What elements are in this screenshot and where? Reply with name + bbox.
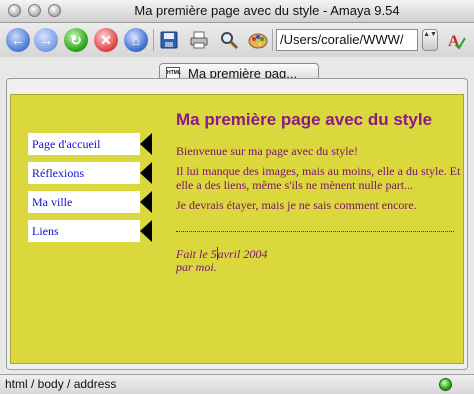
address-date-end: avril 2004 bbox=[217, 247, 268, 261]
back-icon: ← bbox=[11, 32, 25, 48]
reload-icon: ↻ bbox=[70, 31, 82, 48]
page-heading[interactable]: Ma première page avec du style bbox=[176, 110, 461, 130]
window-titlebar: Ma première page avec du style - Amaya 9… bbox=[0, 0, 474, 23]
nav-arrow-icon bbox=[140, 133, 152, 155]
save-button[interactable] bbox=[157, 28, 181, 52]
spellcheck-icon: A bbox=[448, 33, 466, 50]
nav-link-ma-ville[interactable]: Ma ville bbox=[28, 191, 140, 213]
nav-link-liens[interactable]: Liens bbox=[28, 220, 140, 242]
print-icon bbox=[190, 31, 208, 49]
style-icon bbox=[248, 33, 268, 49]
close-window-button[interactable] bbox=[8, 4, 21, 17]
nav-arrow-icon bbox=[140, 220, 152, 242]
url-history-stepper[interactable]: ▲▼ bbox=[422, 29, 438, 51]
page-content: Ma première page avec du style Bienvenue… bbox=[176, 110, 461, 212]
toolbar: ← → ↻ ✕ ⌂ /Users/coralie/WWW/ ▲▼ A bbox=[0, 23, 474, 57]
nav-arrow-icon bbox=[140, 162, 152, 184]
find-icon bbox=[221, 32, 239, 50]
nav-item-liens[interactable]: Liens bbox=[28, 220, 154, 242]
spellcheck-button[interactable]: A bbox=[444, 28, 468, 52]
find-button[interactable] bbox=[217, 28, 241, 52]
paragraph-welcome[interactable]: Bienvenue sur ma page avec du style! bbox=[176, 144, 461, 158]
forward-icon: → bbox=[39, 32, 53, 48]
paragraph-etayer[interactable]: Je devrais étayer, mais je ne sais comme… bbox=[176, 198, 461, 212]
stop-button[interactable]: ✕ bbox=[94, 28, 118, 52]
toolbar-separator bbox=[153, 29, 154, 51]
zoom-window-button[interactable] bbox=[48, 4, 61, 17]
home-button[interactable]: ⌂ bbox=[124, 28, 148, 52]
style-button[interactable] bbox=[246, 28, 270, 52]
reload-button[interactable]: ↻ bbox=[64, 28, 88, 52]
back-button[interactable]: ← bbox=[6, 28, 30, 52]
address-date-start: Fait le 5 bbox=[176, 247, 217, 261]
element-path[interactable]: html / body / address bbox=[5, 377, 116, 391]
save-icon bbox=[160, 31, 178, 49]
paragraph-style[interactable]: Il lui manque des images, mais au moins,… bbox=[176, 164, 461, 192]
nav-link-reflexions[interactable]: Réflexions bbox=[28, 162, 140, 184]
address-author: par moi. bbox=[176, 260, 217, 274]
nav-arrow-icon bbox=[140, 191, 152, 213]
print-button[interactable] bbox=[187, 28, 211, 52]
horizontal-rule bbox=[176, 231, 454, 232]
window-title: Ma première page avec du style - Amaya 9… bbox=[134, 3, 400, 18]
forward-button[interactable]: → bbox=[34, 28, 58, 52]
stop-icon: ✕ bbox=[100, 31, 112, 48]
nav-link-accueil[interactable]: Page d'accueil bbox=[28, 133, 140, 155]
nav-item-accueil[interactable]: Page d'accueil bbox=[28, 133, 154, 155]
minimize-window-button[interactable] bbox=[28, 4, 41, 17]
nav-item-ma-ville[interactable]: Ma ville bbox=[28, 191, 154, 213]
page-address[interactable]: Fait le 5avril 2004 par moi. bbox=[176, 247, 267, 274]
status-indicator-icon bbox=[439, 378, 452, 391]
url-field[interactable]: /Users/coralie/WWW/ bbox=[276, 29, 418, 51]
toolbar-separator bbox=[272, 29, 273, 51]
nav-item-reflexions[interactable]: Réflexions bbox=[28, 162, 154, 184]
home-icon: ⌂ bbox=[131, 32, 141, 48]
status-bar: html / body / address bbox=[0, 374, 474, 394]
